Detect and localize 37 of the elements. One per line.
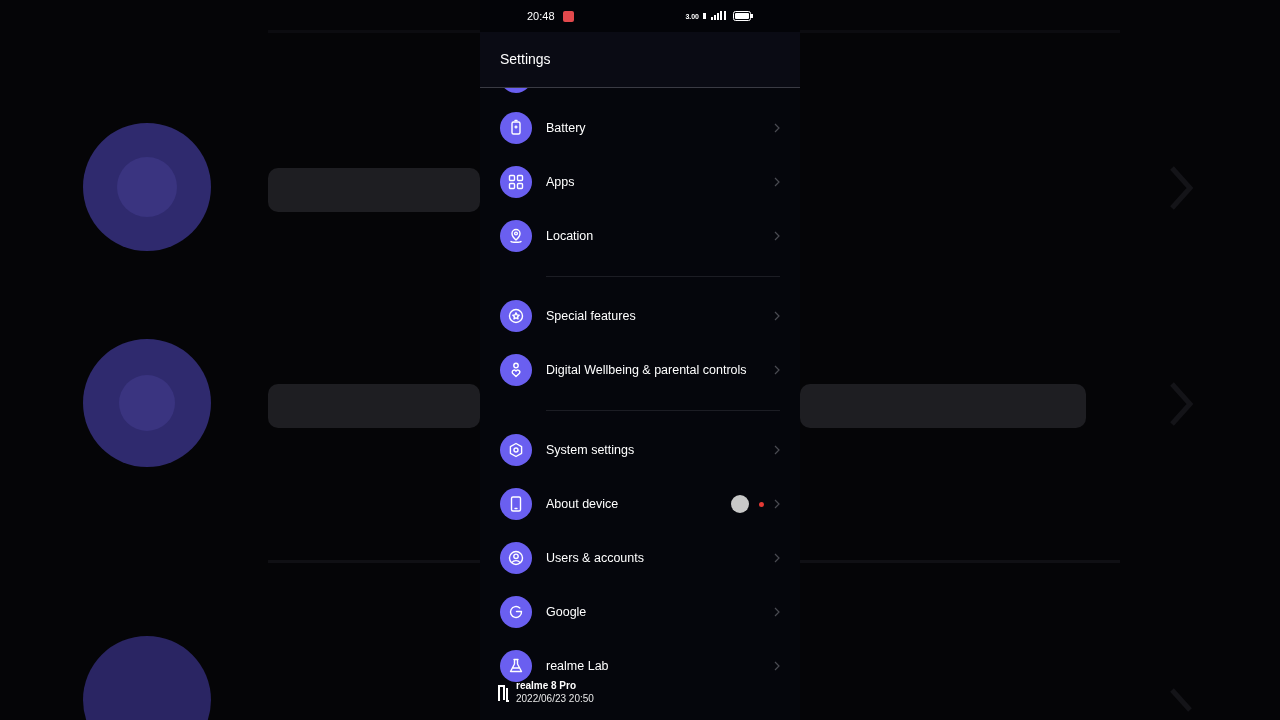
chevron-icon [774,231,780,241]
settings-icon [500,434,532,466]
chevron-icon [774,311,780,321]
user-icon [500,542,532,574]
page-title: Settings [500,50,551,69]
device-watermark: realme 8 Pro [516,680,578,692]
chevron-icon [774,553,780,563]
chevron-icon [774,445,780,455]
settings-item[interactable]: Google [546,602,587,622]
settings-item[interactable]: Digital Wellbeing & parental controls [546,360,747,380]
battery-icon [733,11,753,21]
chevron-icon [774,123,780,133]
settings-item[interactable]: Users & accounts [546,548,644,568]
status-time: 20:48 [527,8,555,24]
settings-item[interactable]: realme Lab [546,656,609,676]
chevron-icon [774,499,780,509]
heart-person-icon [500,354,532,386]
settings-item[interactable]: Battery [546,118,586,138]
grid-icon [500,166,532,198]
chevron-icon [774,661,780,671]
notification-icon [562,10,574,22]
timestamp-watermark: 2022/06/23 20:50 [516,692,594,706]
chevron-icon [774,365,780,375]
g-icon [500,596,532,628]
location-pin-icon [500,220,532,252]
battery-icon [500,112,532,144]
settings-item[interactable]: System settings [546,440,635,460]
logo-icon [498,684,510,702]
flask-icon [500,650,532,682]
phone-icon [500,488,532,520]
chevron-icon [774,607,780,617]
chevron-icon [774,177,780,187]
settings-item[interactable]: Special features [546,306,636,326]
signal-icon [703,11,729,21]
settings-item[interactable]: Apps [546,172,575,192]
settings-item[interactable]: About device [546,494,619,514]
settings-item[interactable]: Location [546,226,594,246]
